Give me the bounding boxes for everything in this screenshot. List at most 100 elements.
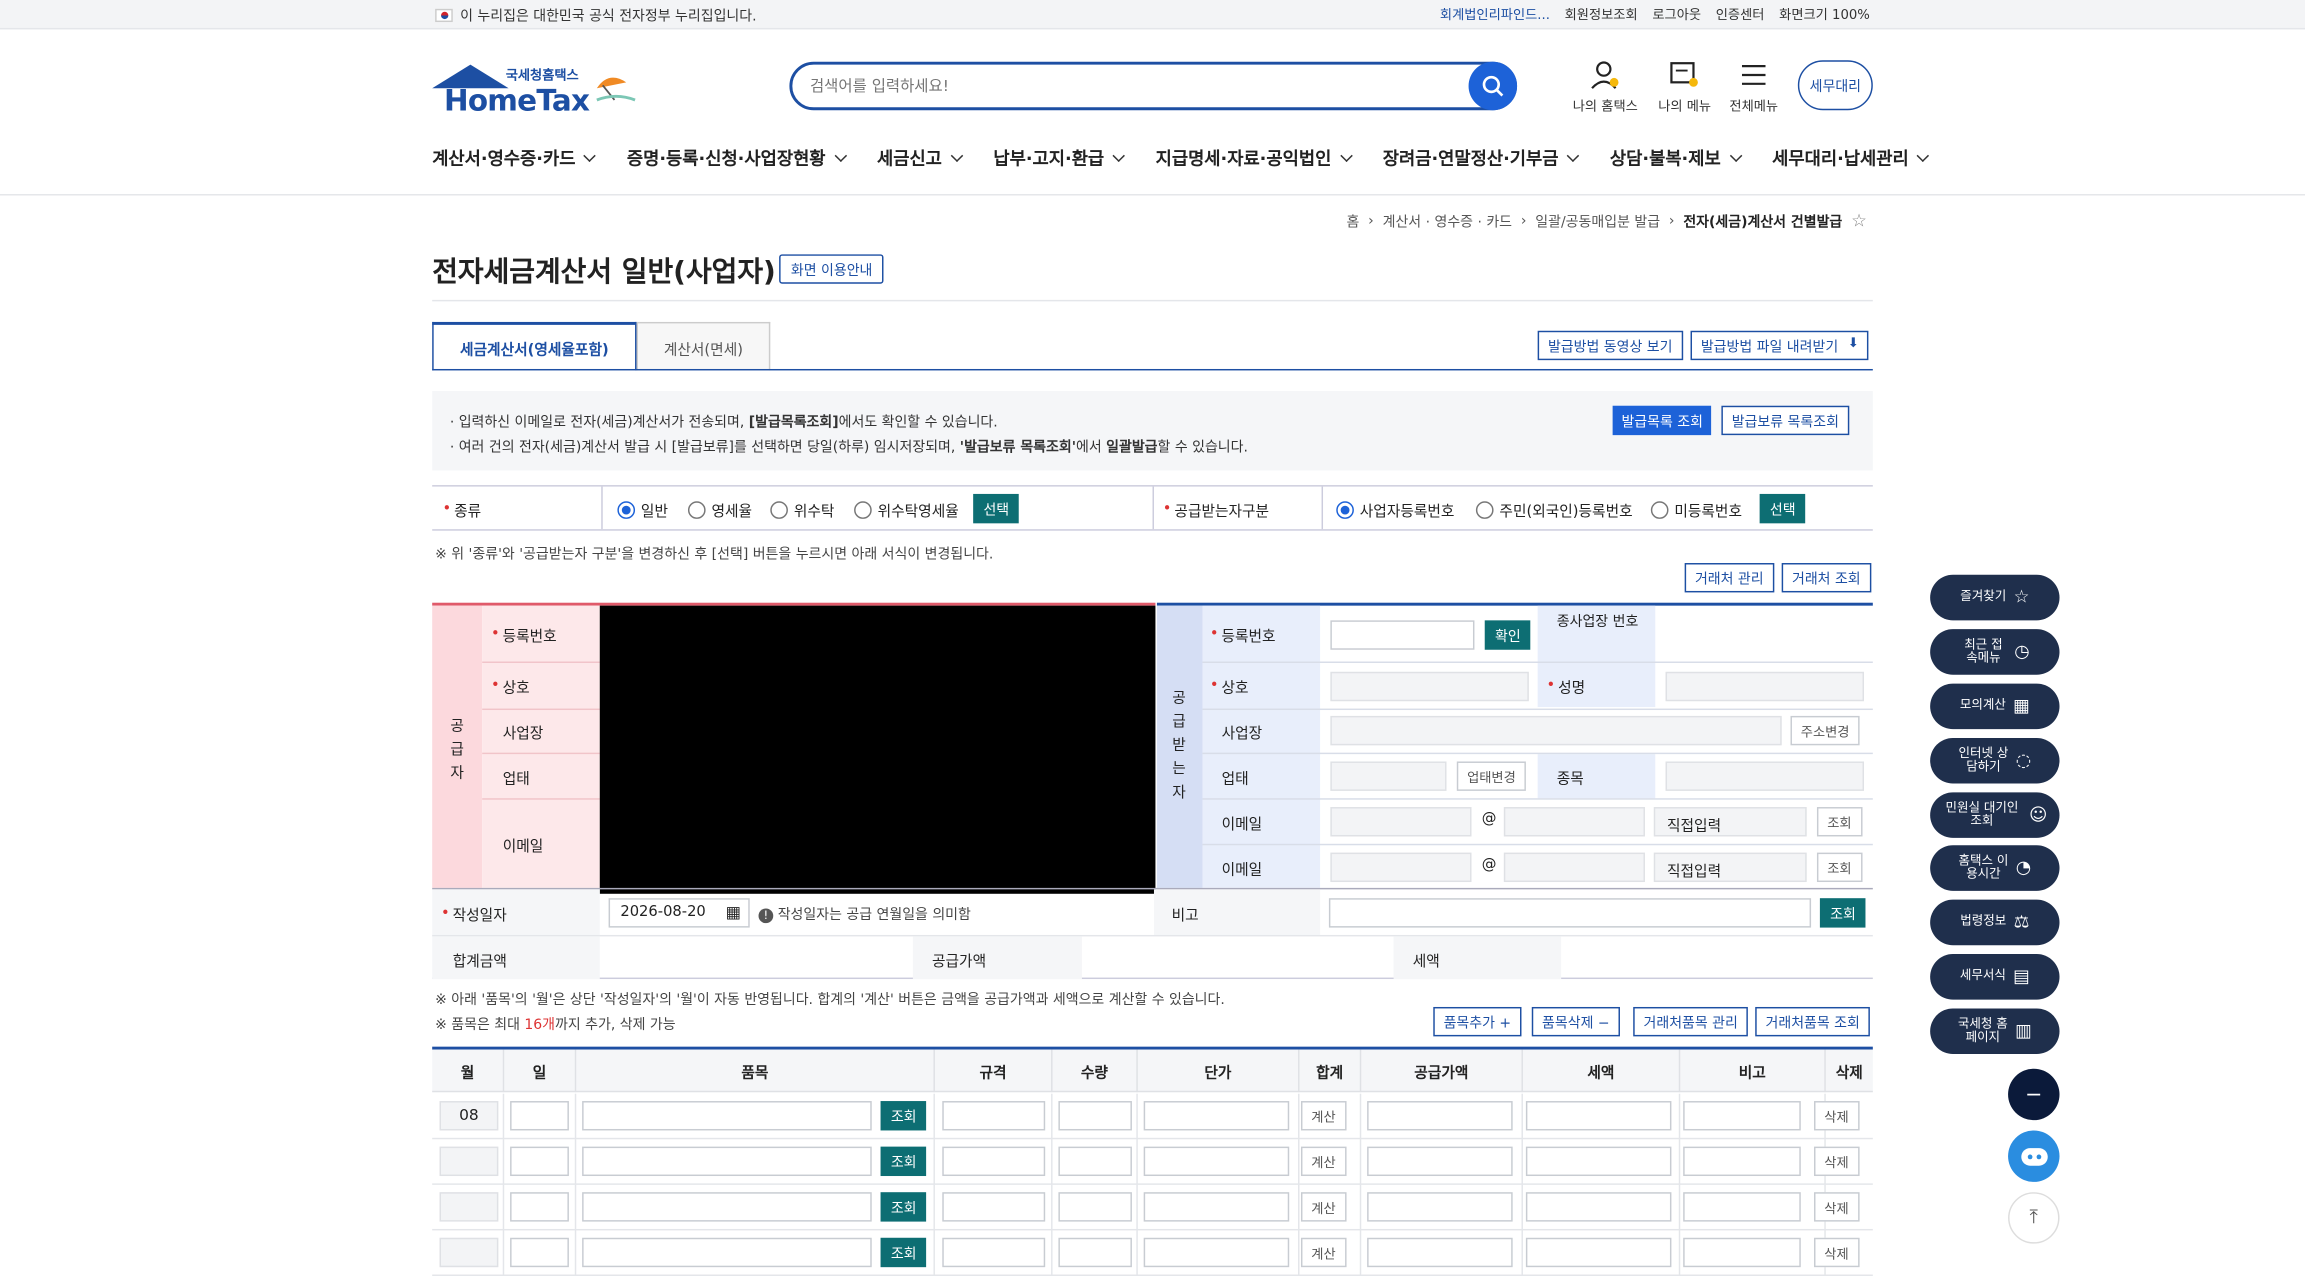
radio-general[interactable]: 일반 xyxy=(617,498,668,520)
receiver-select-button[interactable]: 선택 xyxy=(1759,493,1806,524)
supply-input[interactable] xyxy=(1367,1146,1513,1177)
crumb-batch[interactable]: 일괄/공동매입분 발급 xyxy=(1535,210,1660,231)
tax-input[interactable] xyxy=(1525,1146,1672,1177)
receiver-email1-select[interactable]: 직접입력 xyxy=(1653,807,1807,837)
price-input[interactable] xyxy=(1143,1101,1290,1131)
chatbot-button[interactable] xyxy=(2008,1130,2060,1182)
price-input[interactable] xyxy=(1143,1237,1290,1268)
spec-input[interactable] xyxy=(942,1192,1046,1222)
radio-biz-number[interactable]: 사업자등록번호 xyxy=(1336,498,1454,520)
remark-cell-input[interactable] xyxy=(1683,1237,1801,1268)
gnb-certificate[interactable]: 증명·등록·신청·사업장현황 xyxy=(627,143,845,172)
calc-button[interactable]: 계산 xyxy=(1300,1237,1346,1268)
day-input[interactable] xyxy=(510,1192,569,1222)
radio-resident-number[interactable]: 주민(외국인)등록번호 xyxy=(1475,498,1633,520)
file-download-button[interactable]: 발급방법 파일 내려받기 ⬇ xyxy=(1690,330,1870,361)
gnb-consult[interactable]: 상담·불복·제보 xyxy=(1610,143,1740,172)
partner-manage-button[interactable]: 거래처 관리 xyxy=(1684,563,1774,593)
receiver-email2-id[interactable] xyxy=(1330,852,1472,883)
remark-cell-input[interactable] xyxy=(1683,1192,1801,1222)
receiver-email1-id[interactable] xyxy=(1330,807,1472,837)
delete-row-button[interactable]: 삭제 xyxy=(1814,1146,1859,1177)
logout-link[interactable]: 로그아웃 xyxy=(1652,4,1701,24)
scroll-top-button[interactable]: ⤒ xyxy=(2008,1192,2060,1244)
item-input[interactable] xyxy=(582,1101,872,1131)
qty-input[interactable] xyxy=(1058,1101,1132,1131)
add-item-button[interactable]: 품목추가 + xyxy=(1433,1006,1522,1037)
receiver-name-input[interactable] xyxy=(1330,671,1529,702)
write-date-input[interactable]: 2026-08-20 ▦ xyxy=(608,898,750,928)
item-input[interactable] xyxy=(582,1146,872,1177)
star-icon[interactable]: ☆ xyxy=(1851,210,1867,231)
search-button[interactable] xyxy=(1468,61,1518,111)
calc-button[interactable]: 계산 xyxy=(1300,1101,1346,1131)
remark-cell-input[interactable] xyxy=(1683,1146,1801,1177)
radio-consign[interactable]: 위수탁 xyxy=(770,498,834,520)
hometax-logo[interactable]: 국세청홈택스 HomeTax xyxy=(432,62,653,118)
partner-item-lookup-button[interactable]: 거래처품목 조회 xyxy=(1755,1006,1871,1037)
receiver-ceo-input[interactable] xyxy=(1665,671,1864,702)
radio-unregistered[interactable]: 미등록번호 xyxy=(1650,498,1742,520)
fab-tax-forms[interactable]: 세무서식 ▤ xyxy=(1930,954,2060,1000)
item-lookup-button[interactable]: 조회 xyxy=(880,1146,927,1177)
all-menu-button[interactable]: 전체메뉴 xyxy=(1717,59,1791,118)
crumb-invoice[interactable]: 계산서 · 영수증 · 카드 xyxy=(1383,210,1512,231)
day-input[interactable] xyxy=(510,1146,569,1177)
my-hometax-button[interactable]: 나의 홈택스 xyxy=(1569,59,1643,118)
spec-input[interactable] xyxy=(942,1146,1046,1177)
receiver-email2-select[interactable]: 직접입력 xyxy=(1653,852,1807,883)
fab-nts-home[interactable]: 국세청 홈페이지 ▥ xyxy=(1930,1008,2060,1055)
video-guide-button[interactable]: 발급방법 동영상 보기 xyxy=(1537,330,1683,361)
receiver-reg-input[interactable] xyxy=(1330,620,1475,650)
receiver-email2-domain[interactable] xyxy=(1503,852,1645,883)
supply-input[interactable] xyxy=(1367,1101,1513,1131)
crumb-home[interactable]: 홈 xyxy=(1347,210,1360,231)
item-lookup-button[interactable]: 조회 xyxy=(880,1237,927,1268)
day-input[interactable] xyxy=(510,1101,569,1131)
issue-list-button[interactable]: 발급목록 조회 xyxy=(1612,405,1712,436)
user-company-link[interactable]: 회계법인리파인드... xyxy=(1440,4,1550,24)
item-lookup-button[interactable]: 조회 xyxy=(880,1192,927,1222)
gnb-invoice[interactable]: 계산서·영수증·카드 xyxy=(432,143,594,172)
delete-row-button[interactable]: 삭제 xyxy=(1814,1192,1859,1222)
delete-row-button[interactable]: 삭제 xyxy=(1814,1101,1859,1131)
delete-item-button[interactable]: 품목삭제 − xyxy=(1531,1006,1620,1037)
fab-online-consult[interactable]: 인터넷 상담하기 ◌ xyxy=(1930,737,2060,784)
search-input[interactable] xyxy=(809,73,1457,100)
collapse-fab-button[interactable]: − xyxy=(2008,1068,2060,1121)
spec-input[interactable] xyxy=(942,1101,1046,1131)
delete-row-button[interactable]: 삭제 xyxy=(1814,1237,1859,1268)
type-select-button[interactable]: 선택 xyxy=(973,493,1020,524)
member-info-link[interactable]: 회원정보조회 xyxy=(1565,4,1638,24)
price-input[interactable] xyxy=(1143,1192,1290,1222)
spec-input[interactable] xyxy=(942,1237,1046,1268)
tab-invoice-exempt[interactable]: 계산서(면세) xyxy=(636,321,771,371)
item-input[interactable] xyxy=(582,1192,872,1222)
gnb-payment[interactable]: 납부·고지·환급 xyxy=(993,143,1123,172)
item-input[interactable] xyxy=(582,1237,872,1268)
supply-input[interactable] xyxy=(1367,1192,1513,1222)
biz-change-button[interactable]: 업태변경 xyxy=(1456,761,1527,791)
fab-wait-lookup[interactable]: 민원실 대기인 조회 ☺ xyxy=(1930,792,2060,838)
item-lookup-button[interactable]: 조회 xyxy=(880,1101,927,1131)
calc-button[interactable]: 계산 xyxy=(1300,1146,1346,1177)
fab-favorites[interactable]: 즐겨찾기 ☆ xyxy=(1930,574,2060,621)
tax-agent-button[interactable]: 세무대리 xyxy=(1797,60,1873,111)
fab-recent-menu[interactable]: 최근 접속메뉴 ◷ xyxy=(1930,629,2060,675)
gnb-agent[interactable]: 세무대리·납세관리 xyxy=(1772,143,1928,172)
radio-zero-rate[interactable]: 영세율 xyxy=(687,498,752,520)
partner-item-manage-button[interactable]: 거래처품목 관리 xyxy=(1633,1006,1749,1037)
tax-input[interactable] xyxy=(1525,1192,1672,1222)
screen-guide-button[interactable]: 화면 이용안내 xyxy=(779,254,885,284)
gnb-tax-report[interactable]: 세금신고 xyxy=(877,143,961,172)
receiver-item-input[interactable] xyxy=(1665,761,1864,791)
remark-cell-input[interactable] xyxy=(1683,1101,1801,1131)
gnb-statement[interactable]: 지급명세·자료·공익법인 xyxy=(1156,143,1351,172)
qty-input[interactable] xyxy=(1058,1237,1132,1268)
receiver-biz-input[interactable] xyxy=(1330,761,1447,791)
supply-input[interactable] xyxy=(1367,1237,1513,1268)
tax-input[interactable] xyxy=(1525,1101,1672,1131)
partner-lookup-button[interactable]: 거래처 조회 xyxy=(1781,563,1871,593)
price-input[interactable] xyxy=(1143,1146,1290,1177)
receiver-addr-input[interactable] xyxy=(1330,715,1782,746)
